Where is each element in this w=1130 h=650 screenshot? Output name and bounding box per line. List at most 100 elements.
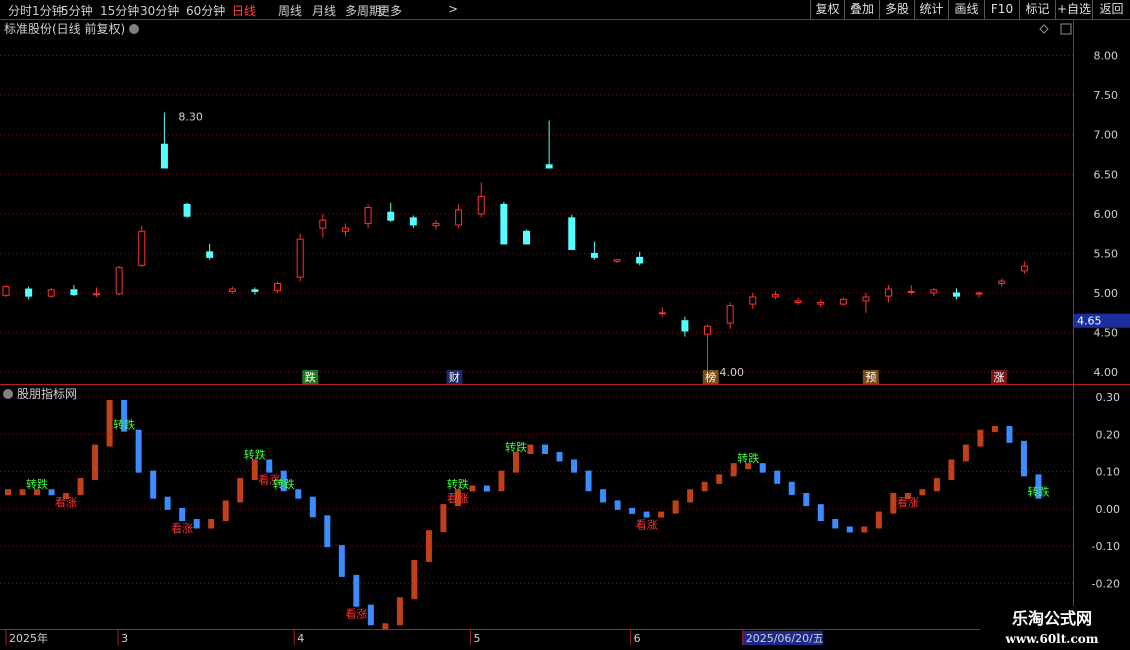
candle-body-30 xyxy=(681,320,689,332)
candle-body-0 xyxy=(2,286,10,296)
candle-body-16 xyxy=(364,207,372,224)
price-tick-5: 6.50 xyxy=(1094,168,1119,181)
price-tick-4: 6.00 xyxy=(1094,208,1119,221)
candle-body-22 xyxy=(500,203,508,245)
candle-body-36 xyxy=(817,301,825,305)
osc-bar-47 xyxy=(687,489,694,503)
candle-body-23 xyxy=(523,230,530,245)
osc-bar-63 xyxy=(919,489,926,496)
main-panel-title: 标准股份(日线 前复权) xyxy=(4,21,125,36)
candle-body-15 xyxy=(341,227,349,232)
osc-signal-2: 转跌 xyxy=(113,418,135,432)
candle-body-10 xyxy=(228,288,236,292)
osc-bar-61 xyxy=(890,492,897,514)
osc-bar-55 xyxy=(803,492,810,507)
candle-body-21 xyxy=(477,195,485,215)
candle-body-44 xyxy=(998,280,1006,285)
osc-signal-14: 转跌 xyxy=(1027,485,1049,499)
candle-body-41 xyxy=(930,289,938,294)
osc-bar-0 xyxy=(5,489,11,496)
event-marker-1: 财 xyxy=(449,370,460,384)
candle-body-4 xyxy=(93,293,101,296)
candle-body-45 xyxy=(1020,265,1028,272)
osc-bar-52 xyxy=(759,463,766,473)
osc-bar-26 xyxy=(382,623,389,630)
osc-signal-7: 看涨 xyxy=(345,607,367,621)
osc-bar-21 xyxy=(309,496,316,518)
candle-body-20 xyxy=(455,209,463,226)
osc-bar-23 xyxy=(338,545,345,577)
osc-signal-1: 看涨 xyxy=(55,495,77,509)
last-price-tag: 4.65 xyxy=(1077,315,1102,328)
osc-bar-14 xyxy=(208,519,215,529)
candle-body-3 xyxy=(70,289,78,296)
candle-body-6 xyxy=(138,230,146,266)
candle-body-12 xyxy=(274,283,282,292)
osc-bar-37 xyxy=(542,444,549,455)
osc-bar-17 xyxy=(251,459,258,481)
osc-signal-8: 转跌 xyxy=(447,477,469,491)
osc-bar-5 xyxy=(77,478,84,495)
price-tick-0: 4.00 xyxy=(1094,366,1119,379)
watermark-url: www.60lt.com xyxy=(1005,632,1099,646)
candle-body-18 xyxy=(409,217,417,226)
candle-body-43 xyxy=(975,292,983,295)
date-tick-4: 6 xyxy=(634,632,641,645)
price-tick-1: 4.50 xyxy=(1094,327,1119,340)
candle-body-8 xyxy=(183,203,191,217)
osc-bar-42 xyxy=(614,500,621,510)
osc-tick-4: 0.20 xyxy=(1096,428,1121,441)
date-tick-2: 4 xyxy=(297,632,304,645)
osc-bar-46 xyxy=(672,500,679,514)
candle-body-2 xyxy=(47,289,55,297)
candle-body-27 xyxy=(613,259,621,262)
price-tick-3: 5.50 xyxy=(1094,247,1119,260)
osc-bar-49 xyxy=(716,474,723,484)
osc-bar-50 xyxy=(730,463,737,477)
osc-bar-18 xyxy=(266,459,273,473)
price-tick-2: 5.00 xyxy=(1094,287,1119,300)
osc-bar-64 xyxy=(933,478,940,492)
osc-bar-56 xyxy=(817,504,824,522)
osc-tick-2: 0.00 xyxy=(1096,503,1121,516)
diamond-icon xyxy=(1039,24,1049,34)
osc-bar-9 xyxy=(135,429,142,473)
osc-bar-69 xyxy=(1006,425,1013,443)
osc-bar-15 xyxy=(222,500,229,522)
price-tick-7: 7.50 xyxy=(1094,89,1119,102)
osc-bar-59 xyxy=(861,526,868,533)
osc-bar-27 xyxy=(396,597,403,626)
event-marker-0: 跌 xyxy=(305,370,316,384)
osc-bar-34 xyxy=(498,470,505,492)
osc-signal-6: 转跌 xyxy=(273,477,295,491)
candle-body-31 xyxy=(704,325,712,335)
candle-body-25 xyxy=(568,217,576,250)
price-tick-8: 8.00 xyxy=(1094,50,1119,63)
osc-bar-67 xyxy=(977,429,984,447)
osc-bar-60 xyxy=(875,511,882,529)
osc-bar-44 xyxy=(643,511,650,518)
osc-bar-10 xyxy=(150,470,157,499)
candle-body-24 xyxy=(545,164,553,169)
osc-bar-7 xyxy=(106,399,113,447)
osc-signal-4: 转跌 xyxy=(244,447,266,461)
candle-body-9 xyxy=(206,251,214,258)
osc-bar-70 xyxy=(1020,440,1027,477)
candle-body-14 xyxy=(319,219,327,229)
event-marker-4: 涨 xyxy=(993,371,1004,384)
osc-bar-32 xyxy=(469,485,476,492)
osc-bar-35 xyxy=(512,452,519,473)
candle-body-40 xyxy=(907,290,915,293)
osc-signal-12: 转跌 xyxy=(737,451,759,465)
osc-bar-22 xyxy=(324,515,331,548)
candle-body-1 xyxy=(25,288,33,297)
osc-bar-30 xyxy=(440,504,447,533)
osc-bar-1 xyxy=(19,489,26,496)
osc-bar-39 xyxy=(571,459,578,473)
candle-body-26 xyxy=(590,252,598,258)
osc-signal-3: 看涨 xyxy=(171,521,193,535)
candle-body-19 xyxy=(432,222,440,227)
osc-tick-0: -0.20 xyxy=(1092,577,1120,590)
osc-bar-20 xyxy=(295,489,302,499)
sub-panel-title: 股朋指标网 xyxy=(17,386,77,401)
